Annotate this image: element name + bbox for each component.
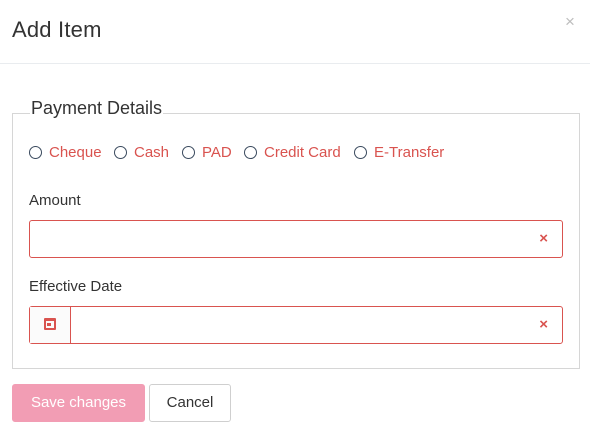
radio-label-cheque[interactable]: Cheque (49, 144, 102, 162)
radio-button-icon[interactable] (114, 146, 127, 159)
radio-button-icon[interactable] (244, 146, 257, 159)
calendar-addon[interactable] (30, 307, 71, 343)
close-icon[interactable]: × (565, 12, 575, 32)
radio-button-icon[interactable] (182, 146, 195, 159)
modal-title: Add Item (12, 17, 102, 42)
radio-button-icon[interactable] (29, 146, 42, 159)
payment-details-legend: Payment Details (30, 98, 164, 119)
amount-input[interactable]: × (29, 220, 563, 258)
save-changes-button[interactable]: Save changes (12, 384, 145, 422)
clear-icon[interactable]: × (539, 230, 548, 248)
effective-date-input[interactable]: × (29, 306, 563, 344)
radio-label-e-transfer[interactable]: E-Transfer (374, 144, 444, 162)
radio-label-credit-card[interactable]: Credit Card (264, 144, 341, 162)
radio-label-cash[interactable]: Cash (134, 144, 169, 162)
radio-label-pad[interactable]: PAD (202, 144, 232, 162)
effective-date-label: Effective Date (29, 278, 123, 295)
cancel-button[interactable]: Cancel (149, 384, 231, 422)
clear-icon[interactable]: × (539, 316, 548, 334)
amount-label: Amount (29, 192, 81, 209)
radio-button-icon[interactable] (354, 146, 367, 159)
modal-header: Add Item × (0, 0, 590, 64)
calendar-icon[interactable] (44, 318, 56, 330)
